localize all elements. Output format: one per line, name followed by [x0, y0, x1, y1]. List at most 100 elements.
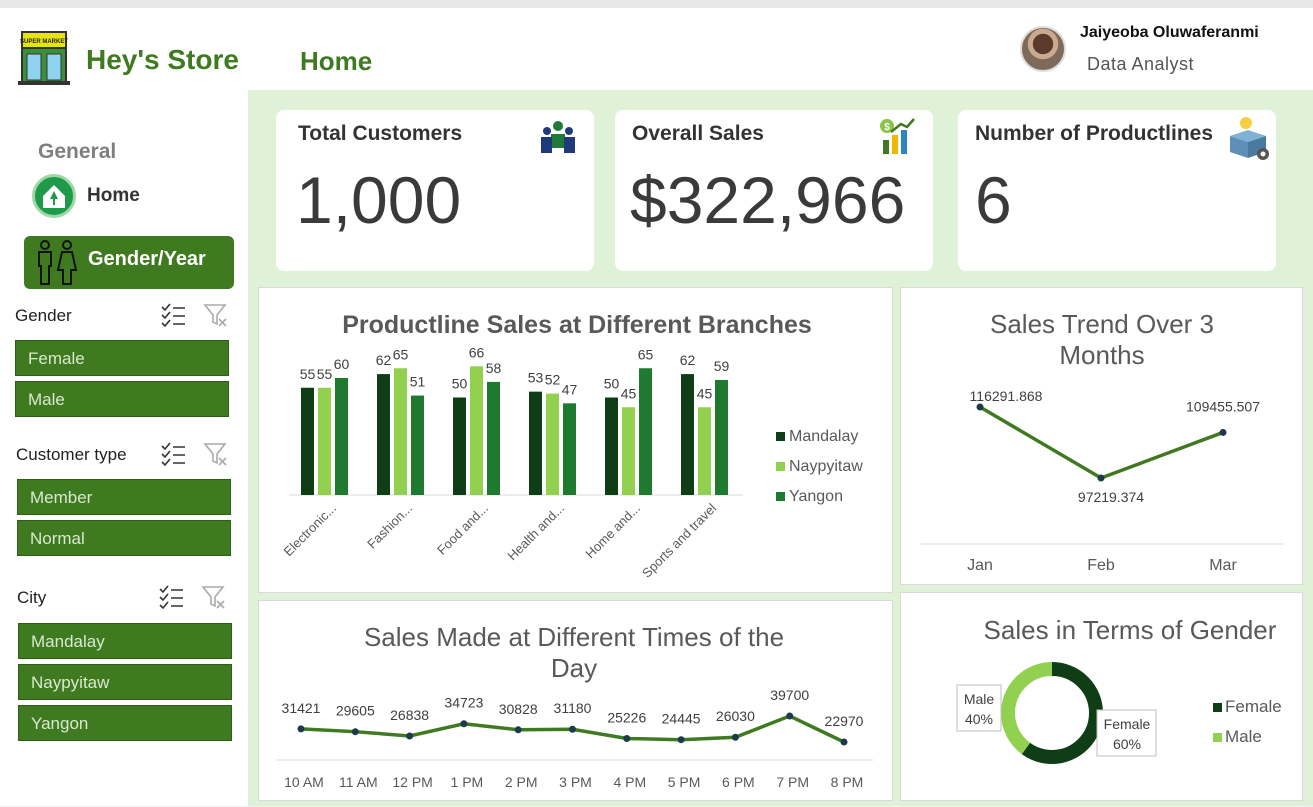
bar-data-label: 45 — [697, 385, 713, 401]
slicer-title-city: City — [17, 588, 47, 607]
bar — [318, 387, 331, 495]
bar — [698, 407, 711, 495]
gender-people-icon — [38, 240, 78, 285]
svg-text:$: $ — [884, 122, 890, 133]
bar — [563, 403, 576, 495]
legend-label: Naypyitaw — [789, 458, 863, 475]
time-data-label: 24445 — [662, 711, 701, 727]
bar — [529, 391, 542, 495]
bar-data-label: 60 — [334, 356, 350, 372]
trend-line — [979, 405, 1224, 480]
slicer-item-member[interactable]: Member — [17, 479, 231, 515]
time-point — [786, 712, 794, 720]
bar — [715, 379, 728, 495]
callout-value: 40% — [965, 711, 993, 727]
slicer-item-yangon[interactable]: Yangon — [18, 705, 232, 741]
time-point — [623, 734, 631, 742]
gender-year-button[interactable]: Gender/Year — [24, 236, 234, 289]
logo-text: SUPER MARKET — [20, 39, 68, 45]
time-point — [840, 738, 848, 746]
clear-filter-icon[interactable] — [203, 441, 229, 467]
time-data-label: 39700 — [770, 687, 809, 703]
time-data-label: 26838 — [390, 707, 429, 723]
legend-label: Mandalay — [789, 428, 858, 445]
time-point — [514, 726, 522, 734]
sidebar-item-home[interactable]: Home — [87, 185, 140, 207]
x-tick-label: Mar — [1209, 557, 1237, 574]
time-point — [731, 733, 739, 741]
sales-trend-chart: Sales Trend Over 3Months 116291.868 97219.… — [921, 309, 1283, 574]
slicer-item-label: Naypyitaw — [31, 673, 110, 692]
kpi-value: 6 — [975, 163, 1012, 237]
user-role: Data Analyst — [1087, 54, 1195, 74]
nav-home-title[interactable]: Home — [300, 46, 372, 77]
bar-data-label: 51 — [410, 374, 426, 390]
clear-filter-icon[interactable] — [201, 584, 227, 610]
time-point — [351, 728, 359, 736]
slicer-item-normal[interactable]: Normal — [17, 520, 231, 556]
x-tick-label: 11 AM — [339, 774, 378, 790]
slicer-item-male[interactable]: Male — [15, 381, 229, 417]
x-tick-label: 7 PM — [776, 774, 809, 790]
user-avatar — [1020, 26, 1066, 72]
chart-title: Sales in Terms of Gender — [984, 615, 1277, 645]
bar-data-label: 53 — [528, 370, 544, 386]
sales-growth-icon: $ — [880, 118, 915, 154]
slicer-item-label: Mandalay — [31, 632, 105, 651]
trend-point — [1219, 428, 1227, 436]
slicer-item-label: Normal — [30, 529, 85, 548]
bar-data-label: 66 — [469, 344, 485, 360]
bar — [546, 393, 559, 495]
bar-data-label: 47 — [562, 381, 578, 397]
x-tick-label: Electronic... — [280, 501, 339, 560]
trend-data-label: 109455.507 — [1186, 398, 1260, 414]
multi-select-icon[interactable] — [160, 302, 186, 328]
time-data-label: 25226 — [607, 709, 646, 725]
chart-title: Productline Sales at Different Branches — [342, 311, 812, 339]
bar — [681, 374, 694, 495]
x-tick-label: Jan — [967, 557, 993, 574]
kpi-value: 1,000 — [296, 163, 462, 237]
x-tick-label: 12 PM — [392, 774, 432, 790]
legend-label: Yangon — [789, 488, 843, 505]
chart-title-line: Sales Trend Over 3 — [990, 309, 1214, 339]
time-data-label: 30828 — [499, 701, 538, 717]
slicer-item-mandalay[interactable]: Mandalay — [18, 623, 232, 659]
kpi-value: $322,966 — [630, 163, 906, 237]
bar — [394, 368, 407, 495]
slicer-item-label: Member — [30, 488, 93, 507]
multi-select-icon[interactable] — [158, 584, 184, 610]
bar-data-label: 58 — [486, 360, 502, 376]
kpi-card-total-customers: Total Customers 1,000 — [276, 110, 594, 271]
time-data-label: 22970 — [825, 713, 864, 729]
bar — [335, 378, 348, 495]
slicer-item-female[interactable]: Female — [15, 340, 229, 376]
multi-select-icon[interactable] — [160, 441, 186, 467]
legend-swatch — [776, 492, 785, 501]
bar-data-label: 62 — [376, 352, 392, 368]
sales-time-chart: Sales Made at Different Times of theDay 3… — [277, 622, 873, 790]
store-name: Hey's Store — [86, 44, 239, 75]
gender-year-label: Gender/Year — [88, 248, 206, 270]
sales-trend-panel: Sales Trend Over 3 Months 116291.868 97219.… — [900, 287, 1303, 585]
legend-label: Female — [1225, 697, 1282, 716]
time-point — [297, 725, 305, 733]
x-tick-label: Food and... — [434, 501, 491, 558]
legend-label: Male — [1225, 727, 1262, 746]
legend-swatch — [1213, 733, 1222, 742]
callout-label: Female — [1104, 716, 1151, 732]
legend-swatch — [776, 432, 785, 441]
callout-label: Male — [964, 691, 995, 707]
home-icon[interactable] — [32, 174, 76, 218]
sales-time-panel: Sales Made at Different Times of the Day 3… — [258, 600, 893, 801]
bar — [487, 381, 500, 495]
sidebar-general-label: General — [38, 140, 117, 163]
bar — [470, 366, 483, 495]
clear-filter-icon[interactable] — [203, 302, 229, 328]
bar-data-label: 65 — [393, 346, 409, 362]
x-tick-label: Health and... — [504, 501, 567, 564]
chart-title-line: Sales Made at Different Times of the — [364, 622, 784, 652]
x-tick-label: 8 PM — [831, 774, 864, 790]
slicer-item-naypyitaw[interactable]: Naypyitaw — [18, 664, 232, 700]
time-data-label: 31180 — [554, 700, 592, 716]
